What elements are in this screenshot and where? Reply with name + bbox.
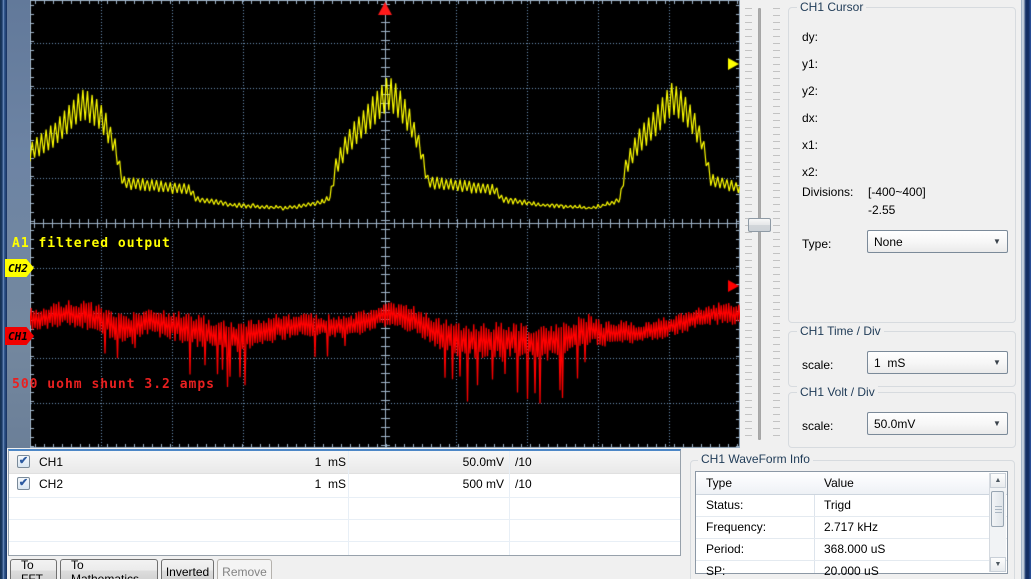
window-right-frame	[1021, 0, 1031, 579]
channel-table: ✔ CH1 1 mS 50.0mV /10 ✔ CH2 1 mS 500 mV …	[8, 449, 681, 556]
vertical-slider	[740, 0, 788, 448]
cursor-field-x2: x2:	[802, 165, 819, 179]
scroll-down-button[interactable]: ▼	[990, 557, 1006, 572]
ch2-checkbox[interactable]: ✔	[17, 477, 30, 490]
ch1-probe: /10	[515, 455, 532, 469]
volt-scale-label: scale:	[802, 419, 834, 433]
ch1-time: 1 mS	[314, 455, 346, 469]
ch2-tag-label: CH2	[8, 261, 28, 275]
ch2-probe: /10	[515, 477, 532, 491]
scroll-up-button[interactable]: ▲	[990, 473, 1006, 488]
divisions-label: Divisions:	[802, 185, 854, 199]
header-type: Type	[706, 476, 733, 490]
row-separator	[9, 519, 680, 520]
ch1-checkbox[interactable]: ✔	[17, 455, 30, 468]
scroll-up-icon: ▲	[994, 477, 1002, 484]
volt-div-group-title: CH1 Volt / Div	[797, 385, 878, 399]
oscilloscope-window: A1 filtered output CH2 CH1 500 uohm shun…	[0, 0, 1031, 579]
ch1-tag-label: CH1	[8, 329, 28, 343]
cursor-type-value: None	[874, 234, 903, 249]
chevron-down-icon[interactable]: ▼	[989, 415, 1005, 432]
ch1-volt: 50.0mV	[462, 455, 504, 469]
info-table-header: Type Value	[696, 472, 1007, 495]
chevron-down-icon[interactable]: ▼	[989, 233, 1005, 250]
status-value: Trigd	[824, 498, 851, 512]
info-row-sp[interactable]: SP: 20.000 uS	[696, 561, 1007, 579]
slider-thumb[interactable]	[748, 218, 771, 232]
inverted-button[interactable]: Inverted	[161, 559, 214, 579]
time-scale-select[interactable]: 1 mS ▼	[867, 351, 1008, 374]
cursor-group-title: CH1 Cursor	[797, 0, 867, 14]
status-label: Status:	[706, 498, 744, 512]
info-row-period[interactable]: Period: 368.000 uS	[696, 539, 1007, 561]
ch2-volt: 500 mV	[462, 477, 504, 491]
sp-value: 20.000 uS	[824, 564, 879, 578]
info-row-status[interactable]: Status: Trigd	[696, 495, 1007, 517]
row-separator	[9, 541, 680, 542]
frequency-value: 2.717 kHz	[824, 520, 879, 534]
ch2-name: CH2	[39, 477, 64, 491]
cursor-type-select[interactable]: None ▼	[867, 230, 1008, 253]
header-value: Value	[824, 476, 854, 490]
time-scale-label: scale:	[802, 358, 834, 372]
cursor-field-dx: dx:	[802, 111, 819, 125]
to-fft-button[interactable]: To FFT	[10, 557, 57, 579]
info-row-frequency[interactable]: Frequency: 2.717 kHz	[696, 517, 1007, 539]
table-row-ch1[interactable]: ✔ CH1 1 mS 50.0mV /10	[9, 451, 680, 474]
window-left-frame	[0, 0, 7, 579]
scroll-down-icon: ▼	[994, 561, 1002, 568]
remove-label: Remove	[222, 564, 267, 579]
volt-scale-select[interactable]: 50.0mV ▼	[867, 412, 1008, 435]
table-row-ch2[interactable]: ✔ CH2 1 mS 500 mV /10	[9, 473, 680, 495]
chevron-down-icon[interactable]: ▼	[989, 354, 1005, 371]
to-mathematics-label: To Mathematics	[71, 557, 140, 579]
waveform-info-title: CH1 WaveForm Info	[698, 452, 813, 466]
ch2-time: 1 mS	[314, 477, 346, 491]
cursor-field-y1: y1:	[802, 57, 819, 71]
cursor-type-label: Type:	[802, 237, 832, 251]
cursor-group-box	[788, 7, 1016, 323]
column-separator	[348, 451, 349, 555]
period-value: 368.000 uS	[824, 542, 886, 556]
frequency-label: Frequency:	[706, 520, 767, 534]
waveform-info-table: Type Value Status: Trigd Frequency: 2.71…	[695, 471, 1008, 578]
cursor-field-x1: x1:	[802, 138, 819, 152]
remove-button[interactable]: Remove	[217, 559, 272, 579]
thumb-grip	[995, 506, 1002, 514]
to-mathematics-button[interactable]: To Mathematics	[60, 557, 158, 579]
annotation-a1: A1 filtered output	[12, 236, 171, 251]
to-fft-label: To FFT	[21, 557, 43, 579]
check-icon: ✔	[18, 477, 29, 489]
time-scale-value: 1 mS	[874, 355, 906, 370]
scrollbar-thumb[interactable]	[991, 491, 1004, 527]
row-separator	[9, 497, 680, 498]
info-table-scrollbar[interactable]: ▲ ▼	[989, 473, 1006, 572]
annotation-shunt: 500 uohm shunt 3.2 amps	[12, 377, 216, 392]
check-icon: ✔	[18, 455, 29, 467]
divisions-range: [-400~400]	[868, 185, 926, 199]
cursor-field-dy: dy:	[802, 30, 819, 44]
slider-ticks-right	[773, 8, 780, 440]
period-label: Period:	[706, 542, 745, 556]
cursor-field-y2: y2:	[802, 84, 819, 98]
column-separator	[509, 451, 510, 555]
divisions-value: -2.55	[868, 203, 896, 217]
ch1-name: CH1	[39, 455, 64, 469]
volt-scale-value: 50.0mV	[874, 416, 916, 431]
inverted-label: Inverted	[165, 564, 210, 579]
time-div-group-title: CH1 Time / Div	[797, 324, 884, 338]
sp-label: SP:	[706, 564, 726, 578]
